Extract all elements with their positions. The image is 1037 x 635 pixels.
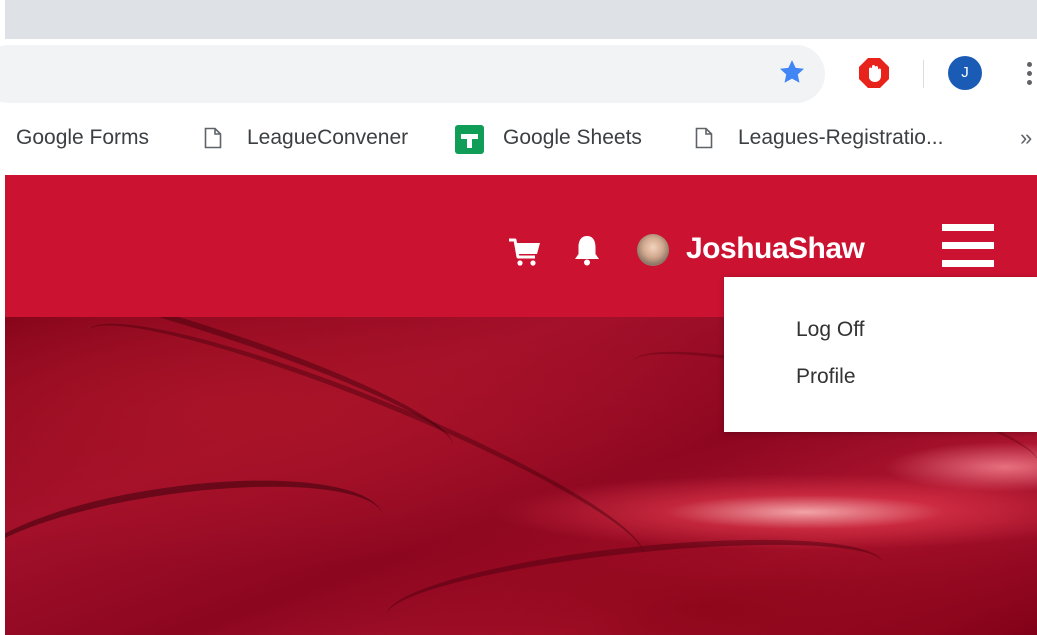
bookmarks-overflow-chevron-icon[interactable]: » xyxy=(1020,115,1032,161)
browser-tab-strip xyxy=(0,0,1037,39)
page-icon xyxy=(204,127,222,149)
user-avatar[interactable] xyxy=(637,234,669,266)
adblock-extension-icon[interactable] xyxy=(858,57,890,89)
bookmark-label: Google Sheets xyxy=(503,126,642,149)
menu-item-log-off[interactable]: Log Off xyxy=(796,315,865,345)
shopping-cart-icon[interactable] xyxy=(508,237,542,267)
bookmark-star-icon[interactable] xyxy=(777,57,807,87)
notifications-bell-icon[interactable] xyxy=(572,233,602,267)
hamburger-menu-icon[interactable] xyxy=(942,224,994,267)
browser-menu-icon[interactable] xyxy=(1020,59,1037,89)
browser-toolbar: J xyxy=(0,39,1037,115)
bookmarks-bar: Google Forms LeagueConvener Google Sheet… xyxy=(0,115,1037,175)
profile-avatar-button[interactable]: J xyxy=(948,56,982,90)
bookmark-google-sheets[interactable]: Google Sheets xyxy=(455,115,642,161)
address-bar[interactable] xyxy=(0,45,825,103)
user-dropdown-menu: Log Off Profile xyxy=(724,277,1037,432)
bookmark-label: LeagueConvener xyxy=(247,126,409,149)
google-sheets-icon xyxy=(455,125,484,154)
bookmark-leagueconvener[interactable]: LeagueConvener xyxy=(204,115,408,161)
bookmark-leagues-registration[interactable]: Leagues-Registratio... xyxy=(695,115,943,161)
menu-item-profile[interactable]: Profile xyxy=(796,362,856,392)
username-link[interactable]: JoshuaShaw xyxy=(686,229,865,269)
page-icon xyxy=(695,127,713,149)
toolbar-separator xyxy=(923,60,924,88)
bookmark-label: Google Forms xyxy=(16,126,150,149)
tab-strip-edge xyxy=(0,0,5,39)
bookmark-google-forms[interactable]: Google Forms xyxy=(16,115,149,161)
bookmark-label: Leagues-Registratio... xyxy=(738,126,944,149)
